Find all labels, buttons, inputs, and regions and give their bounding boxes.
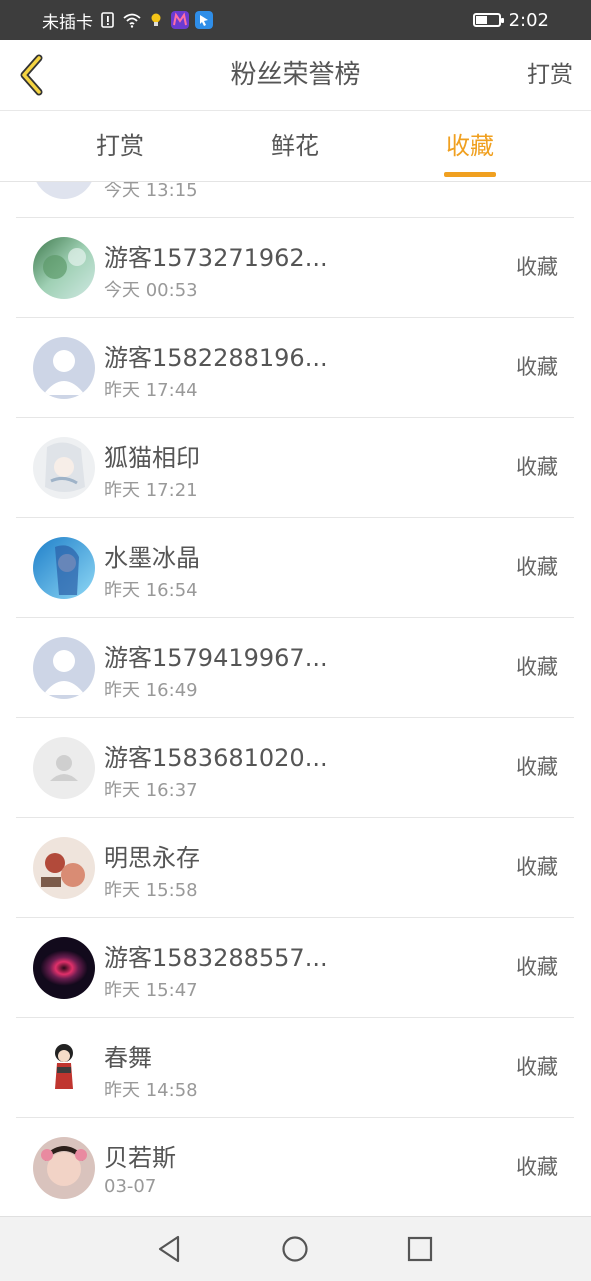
action-label: 收藏 xyxy=(516,655,558,679)
tab-reward[interactable]: 打赏 xyxy=(70,111,170,181)
list-item[interactable]: 贝若斯 03-07 收藏 xyxy=(16,1118,574,1216)
action-label: 收藏 xyxy=(516,1055,558,1079)
list-item[interactable]: 游客1583681020... 昨天 16:37 收藏 xyxy=(16,718,574,818)
battery-icon xyxy=(472,13,504,27)
avatar[interactable] xyxy=(33,837,95,899)
action-label: 收藏 xyxy=(516,255,558,279)
item-time: 今天 13:15 xyxy=(104,182,198,201)
action-label: 收藏 xyxy=(516,455,558,479)
avatar[interactable] xyxy=(33,537,95,599)
user-name: 游客1573271962... xyxy=(104,244,328,272)
action-label: 收藏 xyxy=(516,855,558,879)
user-name: 贝若斯 xyxy=(104,1144,176,1172)
tab-flowers[interactable]: 鲜花 xyxy=(245,111,345,181)
avatar[interactable] xyxy=(33,637,95,699)
list-item[interactable]: 游客1579419967... 昨天 16:49 收藏 xyxy=(16,618,574,718)
action-label: 收藏 xyxy=(516,1155,558,1179)
avatar[interactable] xyxy=(33,737,95,799)
app-notification-icon xyxy=(171,11,189,29)
wifi-icon xyxy=(123,13,141,28)
item-time: 昨天 16:54 xyxy=(104,580,198,601)
sim-alert-icon xyxy=(101,12,114,28)
item-time: 昨天 15:47 xyxy=(104,980,198,1001)
user-name: 春舞 xyxy=(104,1044,152,1072)
user-name: 明思永存 xyxy=(104,844,200,872)
status-left: 未插卡 xyxy=(42,0,213,40)
item-time: 昨天 17:21 xyxy=(104,480,198,501)
list-item[interactable]: 狐猫相印昨天 17:21 收藏 xyxy=(16,418,574,518)
tab-favorites[interactable]: 收藏 xyxy=(420,111,520,181)
carrier-text: 未插卡 xyxy=(42,12,93,33)
avatar[interactable] xyxy=(33,437,95,499)
back-triangle-icon xyxy=(158,1235,180,1263)
fan-list[interactable]: 今天 13:15 游客1573271962... 今天 00:53 收藏 游客1582… xyxy=(0,182,591,1216)
status-right: 2:02 xyxy=(472,0,549,40)
user-name: 游客1583681020... xyxy=(104,744,328,772)
recents-square-icon xyxy=(407,1236,433,1262)
nav-recents-button[interactable] xyxy=(398,1227,442,1271)
nav-back-button[interactable] xyxy=(147,1227,191,1271)
reward-button[interactable]: 打赏 xyxy=(527,40,573,110)
system-nav-bar xyxy=(0,1216,591,1281)
item-time: 昨天 14:58 xyxy=(104,1080,198,1101)
clock-text: 2:02 xyxy=(508,9,549,31)
battery-level xyxy=(475,16,487,24)
user-name: 狐猫相印 xyxy=(104,444,200,472)
active-tab-indicator xyxy=(444,172,496,177)
home-circle-icon xyxy=(282,1236,308,1262)
browser-notification-icon xyxy=(195,11,213,29)
app-header: 粉丝荣誉榜 打赏 xyxy=(0,40,591,111)
nav-home-button[interactable] xyxy=(273,1227,317,1271)
list-item[interactable]: 春舞昨天 14:58 收藏 xyxy=(16,1018,574,1118)
list-item[interactable]: 水墨冰晶昨天 16:54 收藏 xyxy=(16,518,574,618)
bulb-notification-icon xyxy=(151,13,161,26)
action-label: 收藏 xyxy=(516,555,558,579)
action-label: 收藏 xyxy=(516,355,558,379)
status-bar: 未插卡 2:02 xyxy=(0,0,591,40)
avatar xyxy=(33,182,95,199)
action-label: 收藏 xyxy=(516,755,558,779)
avatar[interactable] xyxy=(33,1037,95,1099)
user-name: 游客1582288196... xyxy=(104,344,328,372)
back-button[interactable] xyxy=(10,50,54,100)
item-time: 昨天 16:49 xyxy=(104,680,198,701)
avatar[interactable] xyxy=(33,337,95,399)
avatar[interactable] xyxy=(33,1137,95,1199)
tab-favorites-label: 收藏 xyxy=(446,132,494,160)
chevron-left-icon xyxy=(20,54,43,96)
item-time: 昨天 17:44 xyxy=(104,380,198,401)
list-item[interactable]: 游客1582288196... 昨天 17:44 收藏 xyxy=(16,318,574,418)
tab-reward-label: 打赏 xyxy=(96,132,144,160)
list-item-partial[interactable]: 今天 13:15 xyxy=(16,182,574,218)
user-name: 游客1579419967... xyxy=(104,644,328,672)
tab-bar: 打赏 鲜花 收藏 xyxy=(0,111,591,182)
avatar[interactable] xyxy=(33,237,95,299)
list-item[interactable]: 游客1573271962... 今天 00:53 收藏 xyxy=(16,218,574,318)
avatar[interactable] xyxy=(33,937,95,999)
item-time: 今天 00:53 xyxy=(104,280,198,301)
page-title: 粉丝荣誉榜 xyxy=(230,60,361,90)
tab-flowers-label: 鲜花 xyxy=(271,132,319,160)
user-name: 游客1583288557... xyxy=(104,944,328,972)
list-item[interactable]: 游客1583288557... 昨天 15:47 收藏 xyxy=(16,918,574,1018)
item-time: 03-07 xyxy=(104,1176,157,1197)
item-time: 昨天 16:37 xyxy=(104,780,198,801)
action-label: 收藏 xyxy=(516,955,558,979)
list-item[interactable]: 明思永存昨天 15:58 收藏 xyxy=(16,818,574,918)
item-time: 昨天 15:58 xyxy=(104,880,198,901)
user-name: 水墨冰晶 xyxy=(104,544,200,572)
